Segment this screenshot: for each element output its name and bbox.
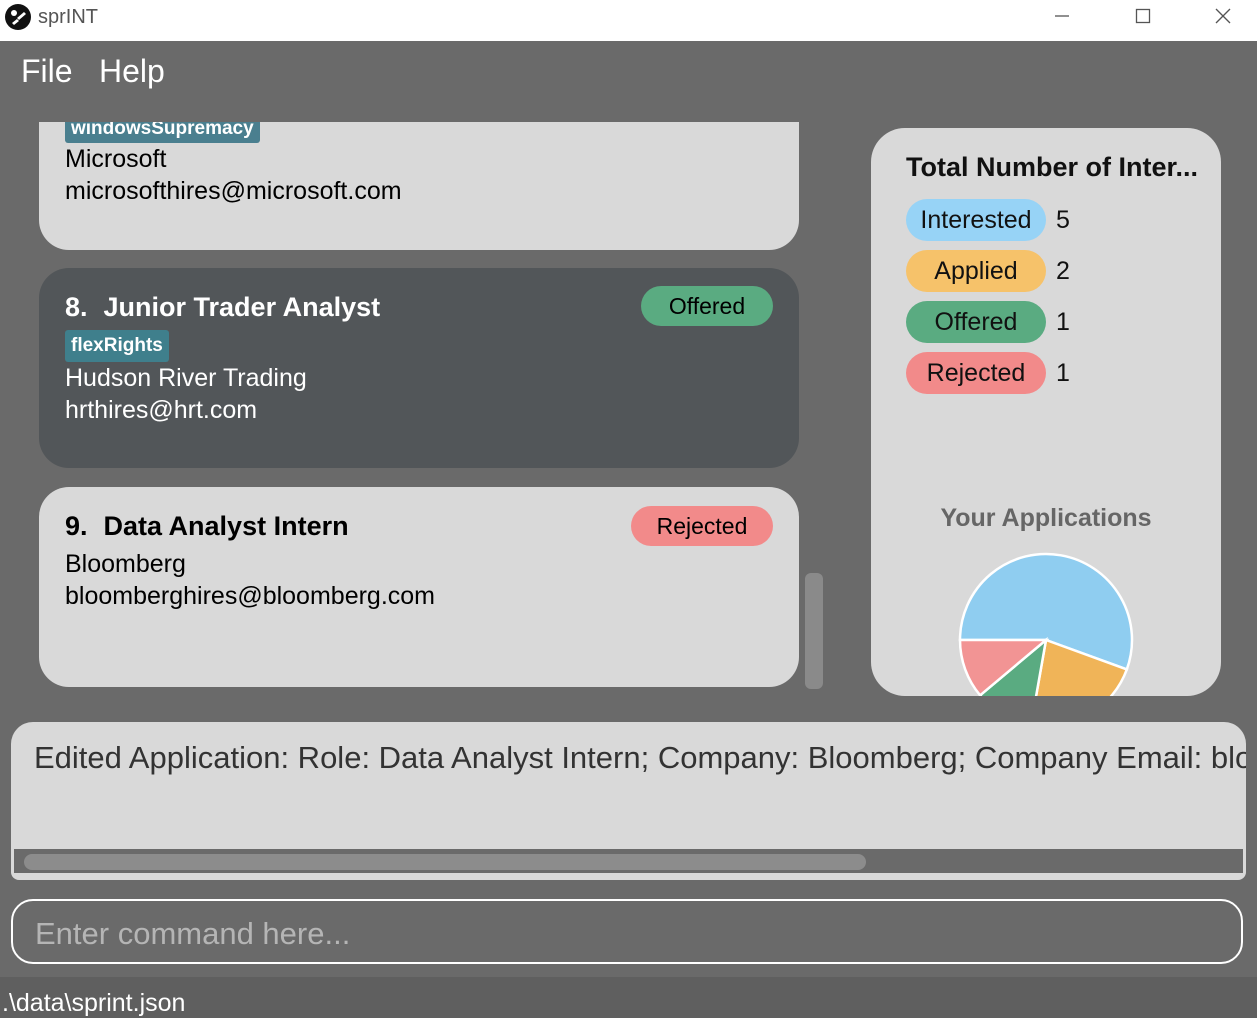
result-display: Edited Application: Role: Data Analyst I…	[11, 722, 1246, 880]
company-name: Microsoft	[65, 145, 167, 173]
minimize-icon	[1055, 15, 1069, 17]
result-message: Edited Application: Role: Data Analyst I…	[34, 740, 1246, 775]
maximize-button[interactable]	[1113, 0, 1173, 32]
status-badge: Rejected	[631, 506, 773, 546]
maximize-icon	[1135, 8, 1151, 24]
stat-label: Interested	[906, 199, 1046, 241]
close-icon	[1215, 8, 1231, 24]
stats-title: Total Number of Inter...	[906, 152, 1199, 182]
stat-count: 1	[1056, 358, 1070, 387]
result-scrollbar-track[interactable]	[14, 849, 1243, 873]
stat-label: Offered	[906, 301, 1046, 343]
application-title: 9. Data Analyst Intern	[65, 511, 349, 542]
chart-title: Your Applications	[940, 504, 1152, 532]
application-role: Data Analyst Intern	[103, 511, 349, 541]
applications-pie-chart	[958, 552, 1134, 696]
application-index: 9.	[65, 511, 88, 541]
company-name: Bloomberg	[65, 550, 186, 578]
data-file-path: .\data\sprint.json	[2, 989, 186, 1017]
stat-row-rejected: Rejected 1	[906, 352, 1070, 394]
title-bar: sprINT	[0, 0, 1257, 41]
stat-count: 5	[1056, 205, 1070, 234]
minimize-button[interactable]	[1032, 0, 1092, 32]
result-scrollbar-thumb[interactable]	[24, 854, 866, 870]
stat-row-applied: Applied 2	[906, 250, 1070, 292]
window-title: sprINT	[38, 6, 98, 28]
company-name: Hudson River Trading	[65, 364, 307, 392]
close-button[interactable]	[1193, 0, 1253, 32]
company-email: microsofthires@microsoft.com	[65, 177, 402, 205]
app-logo-icon	[5, 4, 31, 30]
application-list[interactable]: windowsSupremacy Microsoft microsofthire…	[30, 122, 830, 700]
command-input[interactable]	[33, 911, 1227, 957]
list-scrollbar[interactable]	[805, 573, 823, 689]
stat-row-interested: Interested 5	[906, 199, 1070, 241]
statistics-panel: Total Number of Inter... Interested 5 Ap…	[871, 128, 1221, 696]
application-role: Junior Trader Analyst	[103, 292, 381, 322]
stat-row-offered: Offered 1	[906, 301, 1070, 343]
company-email: hrthires@hrt.com	[65, 396, 258, 424]
application-card[interactable]: 9. Data Analyst Intern Rejected Bloomberg…	[39, 487, 799, 687]
application-card[interactable]: windowsSupremacy Microsoft microsofthire…	[39, 122, 799, 250]
command-box[interactable]	[11, 899, 1243, 964]
application-card-selected[interactable]: 8. Junior Trader Analyst Offered flexRigh…	[39, 268, 799, 468]
stat-count: 2	[1056, 256, 1070, 285]
application-tag: windowsSupremacy	[65, 122, 260, 143]
menu-bar: File Help	[0, 41, 1257, 103]
stat-label: Applied	[906, 250, 1046, 292]
application-title: 8. Junior Trader Analyst	[65, 292, 380, 323]
menu-help[interactable]: Help	[99, 53, 165, 90]
application-index: 8.	[65, 292, 88, 322]
company-email: bloomberghires@bloomberg.com	[65, 582, 435, 610]
menu-file[interactable]: File	[21, 53, 73, 90]
status-badge: Offered	[641, 286, 773, 326]
stat-label: Rejected	[906, 352, 1046, 394]
status-bar: .\data\sprint.json	[0, 977, 1257, 1018]
stat-count: 1	[1056, 307, 1070, 336]
application-tag: flexRights	[65, 330, 169, 362]
